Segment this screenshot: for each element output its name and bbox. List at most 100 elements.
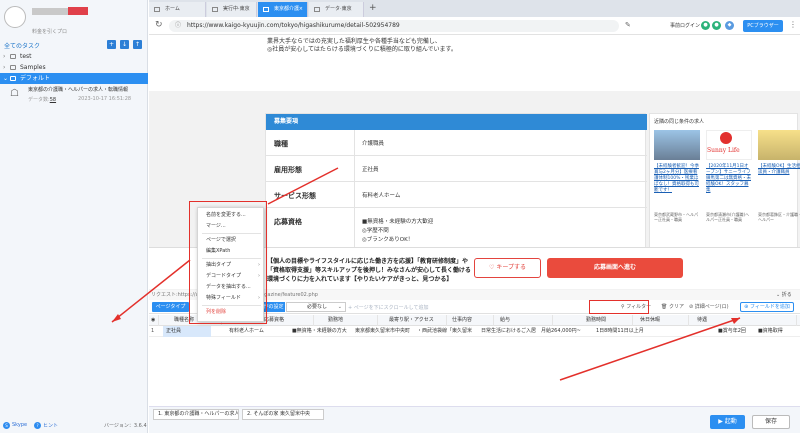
job-link[interactable]: 【未経験OK】生活相談員・介護職員	[758, 164, 800, 176]
green-ext-icon[interactable]: ●	[701, 21, 710, 30]
job-meta: 東京都武蔵野市・ヘルパー正社員・職員	[654, 212, 698, 222]
column-header[interactable]: 最寄り駅・アクセス	[386, 315, 447, 326]
table-cell[interactable]: 東京都東久留米市中央町	[352, 326, 411, 337]
apply-button[interactable]: 応募画面へ進む	[547, 258, 683, 278]
browser-tab-bar: ホーム 実行中·東京 東京都介護 × データ·東京 +	[149, 0, 800, 17]
collapse-button[interactable]: ⌄ 折る	[776, 291, 792, 298]
sidebar-footer: S Skype ? ヒント バージョン：3.6.4	[0, 420, 148, 433]
page-type-button[interactable]: ページタイプ	[152, 302, 189, 312]
task-item[interactable]: ☖ 東京都の介護職・ヘルパーの求人・転職情報 データ数:58 2023-10-1…	[0, 84, 148, 106]
column-header[interactable]: 勤務時間	[583, 315, 633, 326]
edit-icon[interactable]: ✎	[625, 21, 631, 29]
job-thumbnail[interactable]	[758, 130, 800, 160]
chevron-right-icon: ›	[3, 53, 6, 60]
tree-item-default[interactable]: ⌄ デフォルト	[0, 73, 148, 84]
tab-home[interactable]: ホーム	[149, 2, 206, 17]
skype-link[interactable]: Skype	[12, 422, 27, 428]
table-cell[interactable]: ■無資格・未経験の方大	[289, 326, 347, 337]
table-cell[interactable]: ■資格取得	[755, 326, 799, 337]
pre-login-link[interactable]: 事前ログイン	[670, 22, 700, 29]
tree-item-samples[interactable]: › Samples	[0, 62, 148, 73]
version-label: バージョン：3.6.4	[104, 423, 147, 429]
recruit-table: 募集要項 職種 介護職員 雇用形態 正社員 サービス形態 有料老人ホーム 応募資格 ■…	[265, 113, 647, 254]
nearby-jobs: 近隣の同じ条件の求人 Sunny Life › 【未経験者歓迎！今季賞与2ヶ月分…	[649, 113, 800, 253]
trash-icon: 🗑	[661, 304, 669, 310]
more-icon[interactable]: ⋮	[789, 20, 797, 29]
chevron-down-icon: ⌄	[3, 75, 9, 82]
hint-icon[interactable]: ?	[34, 422, 41, 429]
table-cell[interactable]: ■賞与年2回	[715, 326, 751, 337]
tree-item-test[interactable]: › test	[0, 51, 148, 62]
account-sub[interactable]: 料金を引くプロ	[32, 28, 67, 35]
sunny-life-text: Sunny Life	[707, 147, 740, 154]
ext-icon[interactable]: ◆	[725, 21, 734, 30]
bottom-bar: 1. 東京都の介護職・ヘルパーの求人... 2. そんぽの家 東久留米中央 ▶ …	[149, 406, 800, 433]
column-header[interactable]: 休日休暇	[637, 315, 689, 326]
import-icon[interactable]: ↓	[120, 40, 129, 49]
folder-icon	[10, 65, 16, 70]
job-thumbnail[interactable]	[654, 130, 700, 160]
hint-link[interactable]: ヒント	[43, 422, 58, 429]
export-icon[interactable]: ↑	[133, 40, 142, 49]
page-icon	[212, 7, 218, 12]
new-tab-icon[interactable]: +	[369, 3, 377, 13]
sunny-life-logo	[720, 132, 732, 144]
user-header: 料金を引くプロ	[0, 0, 148, 38]
bottom-tab[interactable]: 1. 東京都の介護職・ヘルパーの求人...	[153, 409, 239, 420]
job-link[interactable]: 【未経験者歓迎！今季賞与2ヶ月分】医療看護体制100%・残業ほぼなし！資格取得も…	[654, 164, 700, 194]
column-header[interactable]: 仕事内容	[449, 315, 494, 326]
green-ext-icon-2[interactable]: ●	[712, 21, 721, 30]
pc-browser-button[interactable]: PCブラウザー	[743, 20, 783, 32]
select-all-icon[interactable]: ◉	[149, 315, 159, 326]
save-button[interactable]: 保存	[752, 415, 790, 429]
user-badge	[68, 7, 88, 15]
table-cell[interactable]: 月給264,000円~	[538, 326, 590, 337]
table-cell[interactable]: 1日8時間11日以上月	[593, 326, 653, 337]
cta-line: 環境づくりに力を入れています【やりたいケアがきっと、見つかる】	[267, 276, 453, 283]
table-cell[interactable]: 有料老人ホーム	[226, 326, 286, 337]
recruit-row: 雇用形態 正社員	[266, 156, 647, 182]
keep-button[interactable]: ♡ キープする	[474, 258, 541, 278]
intro-line: ◎社員が安心してはたらける環境づくりに積極的に取り組んでいます。	[267, 46, 457, 53]
close-icon[interactable]: ×	[299, 2, 303, 17]
job-link[interactable]: 【2020年11月1日オープン】サニーライフ練馬第二は無資格・未経験OK！スタッ…	[706, 164, 752, 194]
add-folder-icon[interactable]: +	[107, 40, 116, 49]
add-field-button[interactable]: ⊕ フィールドを追加	[740, 302, 794, 312]
page-icon	[263, 7, 269, 12]
tab-running[interactable]: 実行中·東京	[207, 2, 257, 17]
url-input[interactable]: ⓘ https://www.kaigo-kyuujin.com/tokyo/hi…	[169, 20, 619, 32]
scroll-select[interactable]: 必要なし ⌄	[286, 302, 346, 312]
page-icon	[314, 7, 320, 12]
table-cell[interactable]: 正社員	[163, 326, 211, 337]
skype-icon[interactable]: S	[3, 422, 10, 429]
run-button[interactable]: ▶ 起動	[710, 415, 745, 429]
table-cell[interactable]: 日常生活におけるご入居	[478, 326, 536, 337]
task-data-count: データ数:58	[28, 97, 57, 103]
recruit-header: 募集要項	[266, 114, 647, 130]
task-sidebar: 料金を引くプロ 全てのタスク + ↓ ↑ › test › Samples ⌄ …	[0, 0, 148, 433]
table-row[interactable]: 1 正社員 有料老人ホーム ■無資格・未経験の方大 東京都東久留米市中央町 ・西…	[149, 326, 800, 337]
intro-section: 業界大手ならではの充実した福利厚生や各種手当なども完備し、 ◎社員が安心してはた…	[149, 35, 800, 91]
task-date: 2023-10-17 16:51:28	[78, 96, 132, 102]
column-header[interactable]: 給与	[497, 315, 553, 326]
highlight-box	[589, 300, 649, 314]
template-button[interactable]: ⊘ 詳細ページ(ロ)	[689, 303, 729, 310]
all-tasks-label[interactable]: 全てのタスク	[4, 41, 40, 50]
tab-data[interactable]: データ·東京	[309, 2, 364, 17]
recruit-row: サービス形態 有料老人ホーム	[266, 182, 647, 208]
app-logo	[4, 6, 26, 28]
scroll-add-label[interactable]: + ページを下にスクロールして追加	[348, 304, 429, 311]
tab-kaigo-active[interactable]: 東京都介護 ×	[258, 2, 308, 17]
column-header[interactable]: 待遇	[694, 315, 797, 326]
clear-button[interactable]: 🗑 クリア	[661, 303, 684, 310]
folder-icon	[10, 76, 16, 81]
column-header[interactable]: 勤務地	[325, 315, 378, 326]
row-number: 1	[151, 328, 155, 334]
refresh-icon[interactable]: ↻	[155, 20, 163, 30]
nearby-title: 近隣の同じ条件の求人	[654, 119, 705, 125]
bottom-tab[interactable]: 2. そんぽの家 東久留米中央	[242, 409, 324, 420]
table-cell[interactable]: ・西武池袋線「東久留米	[414, 326, 474, 337]
job-meta: 東京都葛飾区・介護職・ヘルパー	[758, 212, 800, 222]
column-header[interactable]: 応募資格	[261, 315, 314, 326]
robot-icon: ☖	[10, 88, 19, 99]
